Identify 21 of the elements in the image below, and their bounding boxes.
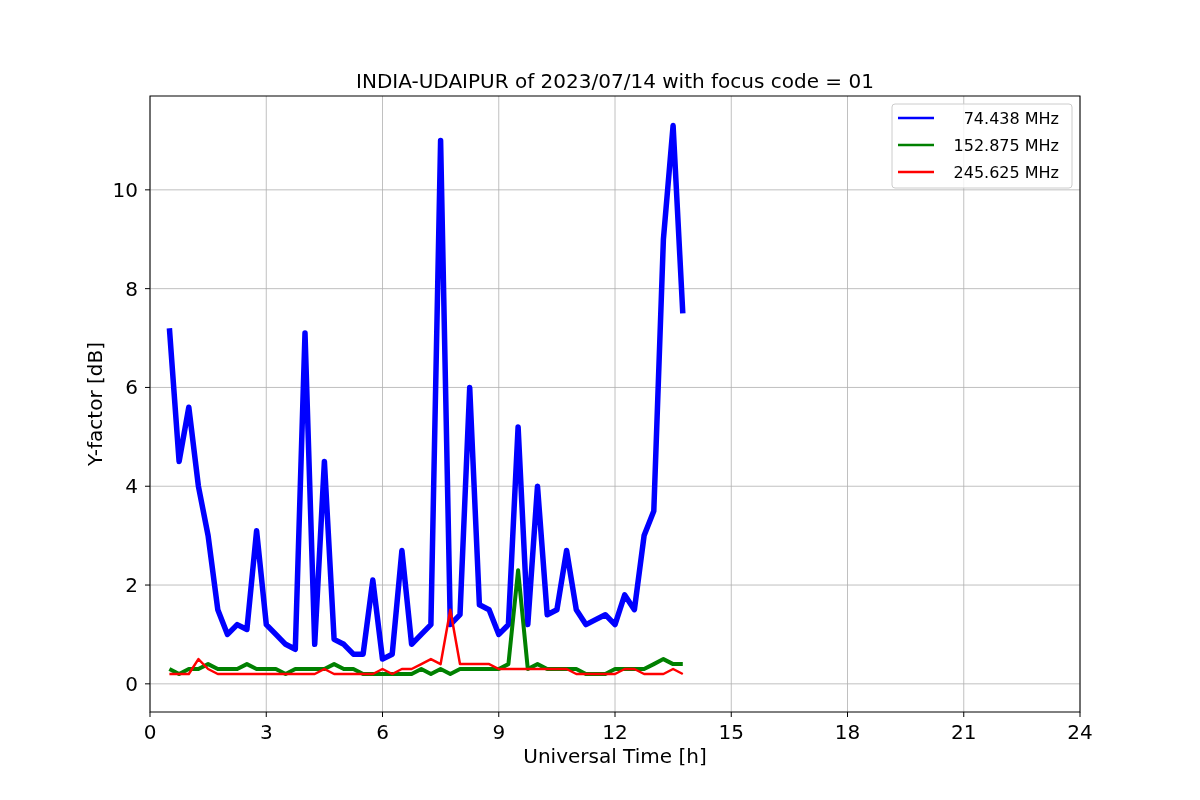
y-tick-label: 10 bbox=[112, 177, 138, 202]
x-tick-label: 24 bbox=[1067, 720, 1093, 744]
y-tick-label: 4 bbox=[125, 474, 138, 499]
x-tick-label: 0 bbox=[143, 720, 157, 744]
y-tick-label: 6 bbox=[125, 375, 138, 400]
x-tick-label: 18 bbox=[834, 720, 861, 744]
legend-label: 152.875 MHz bbox=[953, 136, 1059, 155]
legend-label: 74.438 MHz bbox=[963, 109, 1059, 128]
x-tick-label: 12 bbox=[602, 720, 628, 744]
chart-title: INDIA-UDAIPUR of 2023/07/14 with focus code = 01 bbox=[356, 69, 874, 93]
legend-label: 245.625 MHz bbox=[953, 163, 1059, 182]
x-axis-label: Universal Time [h] bbox=[523, 744, 707, 768]
x-tick-label: 9 bbox=[492, 720, 506, 744]
y-tick-label: 0 bbox=[125, 671, 138, 696]
x-tick-label: 21 bbox=[951, 720, 977, 744]
y-tick-label: 8 bbox=[125, 276, 138, 301]
x-tick-label: 6 bbox=[376, 720, 389, 744]
y-tick-label: 2 bbox=[125, 573, 138, 598]
x-tick-label: 3 bbox=[259, 720, 273, 744]
y-axis-label: Y-factor [dB] bbox=[83, 342, 107, 466]
x-tick-label: 15 bbox=[718, 720, 744, 744]
